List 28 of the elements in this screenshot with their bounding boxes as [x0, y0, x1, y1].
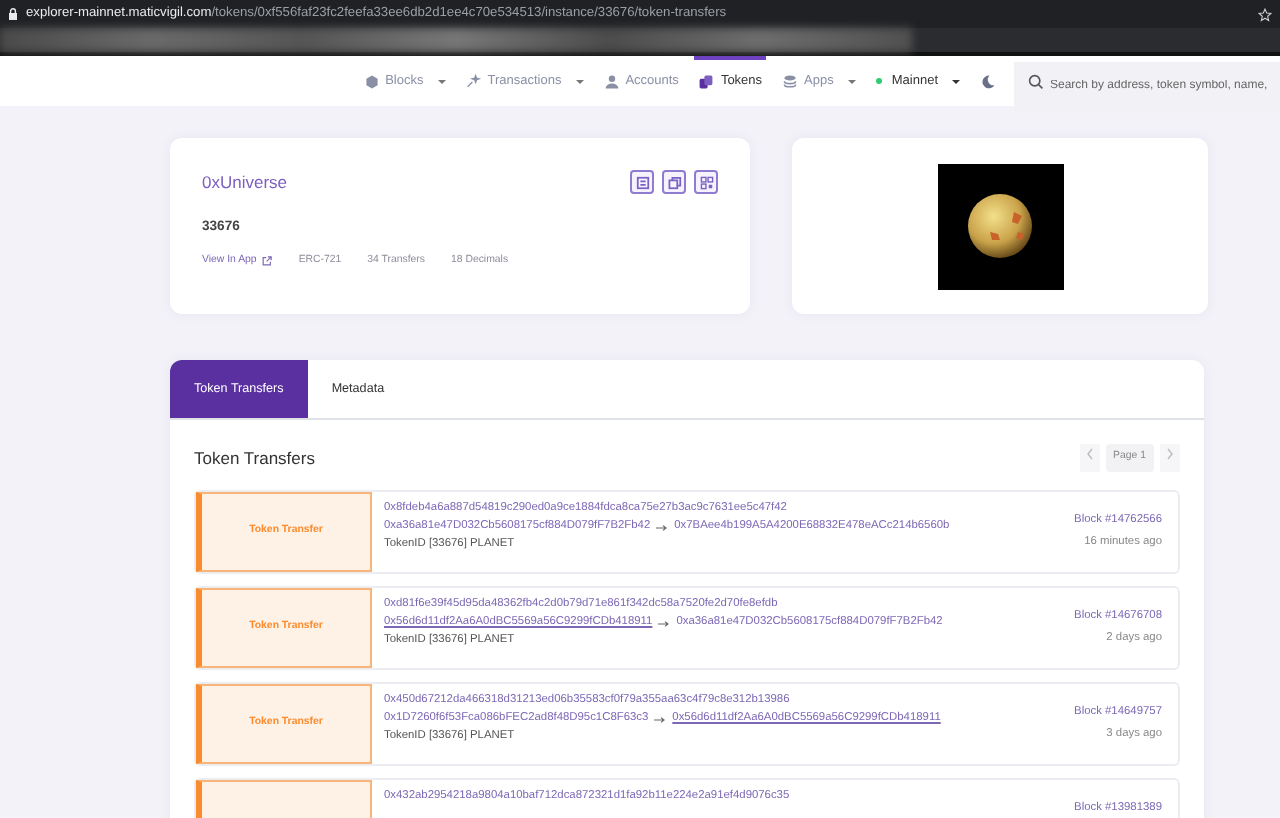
caret-icon — [847, 79, 856, 83]
sparkle-icon — [465, 73, 482, 89]
qr-code-button[interactable] — [694, 170, 718, 194]
section-title: Token Transfers — [194, 445, 315, 471]
status-dot-icon — [875, 78, 882, 84]
external-link-icon — [262, 256, 273, 267]
duplicate-button[interactable] — [662, 170, 686, 194]
cube-icon — [363, 73, 380, 89]
database-icon — [782, 73, 799, 89]
document-icon — [635, 175, 649, 189]
arrow-right-icon — [654, 715, 667, 724]
copy-icon — [667, 175, 681, 189]
caret-icon — [952, 79, 960, 83]
planet-image — [937, 163, 1063, 289]
chevron-left-icon — [1085, 448, 1094, 461]
stacked-cards-icon — [698, 73, 715, 89]
person-icon — [603, 73, 620, 89]
chevron-right-icon — [1166, 448, 1174, 461]
lock-icon — [8, 8, 18, 20]
star-icon[interactable] — [1258, 7, 1272, 21]
caret-icon — [575, 79, 584, 83]
qr-code-icon — [699, 175, 713, 189]
caret-icon — [437, 79, 446, 83]
copy-button[interactable] — [630, 170, 654, 194]
arrow-right-icon — [658, 619, 671, 628]
moon-icon — [980, 73, 996, 89]
arrow-right-icon — [656, 523, 669, 532]
token-name[interactable]: 0xUniverse — [202, 170, 288, 196]
